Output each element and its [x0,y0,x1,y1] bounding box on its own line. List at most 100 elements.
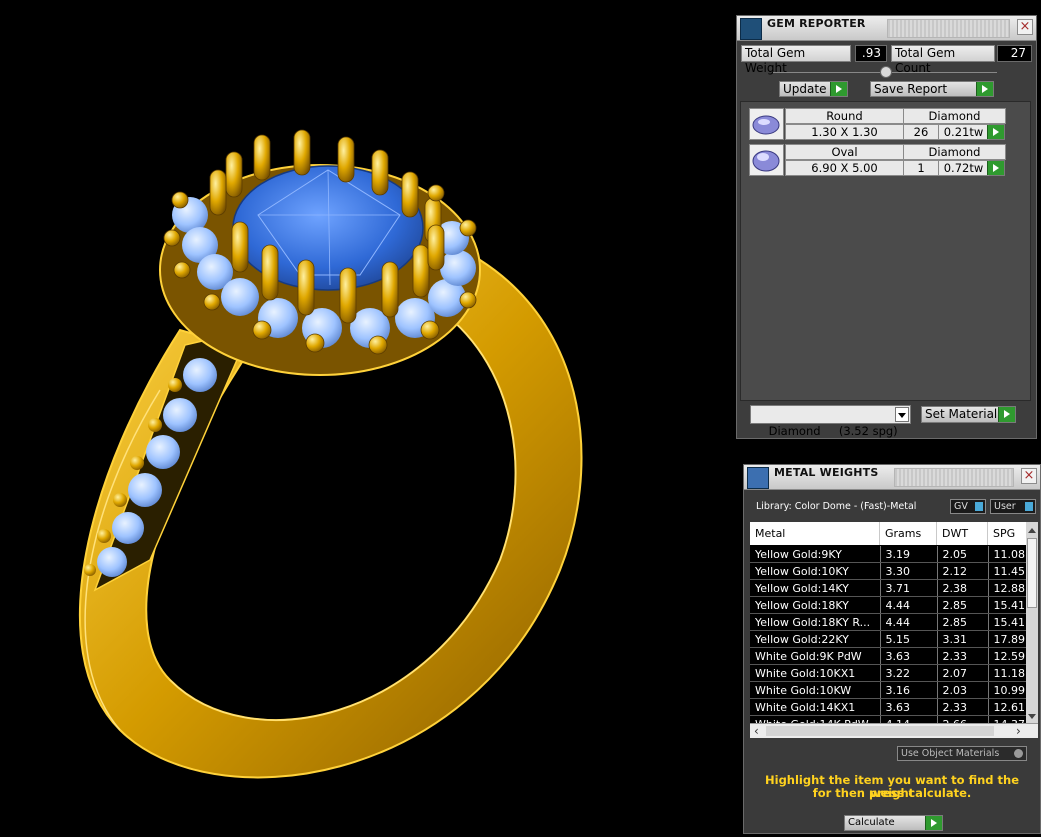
table-row[interactable]: Yellow Gold:22KY 5.15 3.31 17.89 [750,630,1027,648]
gem-row-go-button[interactable] [987,124,1005,140]
dwt-cell: 2.05 [937,546,989,563]
dwt-cell: 2.33 [937,698,989,716]
close-icon[interactable]: × [1021,468,1037,484]
play-icon [987,161,1004,175]
dwt-cell: 2.03 [937,681,989,699]
scroll-left-icon[interactable]: ‹ [754,725,759,737]
metal-name-cell: White Gold:14KX1 [750,698,881,716]
spg-cell: 12.88 [988,579,1027,597]
close-icon[interactable]: × [1017,19,1033,35]
material-select[interactable]: Diamond (3.52 spg) [750,405,911,438]
gem-weight: 0.21tw [938,124,989,140]
dwt-cell: 2.38 [937,579,989,597]
gem-size: 6.90 X 5.00 [785,160,904,176]
splitter-knob-icon[interactable] [880,66,892,78]
metal-name-cell: Yellow Gold:18KY R... [750,613,881,631]
update-button[interactable]: Update [779,81,848,97]
metal-name-cell: Yellow Gold:22KY [750,630,881,648]
total-gem-weight-value: .93 [855,45,887,62]
grams-cell: 3.16 [880,681,938,699]
oval-gem-icon [749,144,784,176]
grams-cell: 3.63 [880,647,938,665]
gem-shape: Oval [785,144,904,160]
set-material-button[interactable]: Set Material [921,406,1016,423]
horizontal-scroll-thumb[interactable] [766,726,994,736]
spg-cell: 12.59 [988,647,1027,665]
user-toggle[interactable]: User [990,499,1036,514]
grams-cell: 5.15 [880,630,938,648]
scrollbar-thumb[interactable] [1027,538,1037,608]
metal-table: Metal Grams DWT SPG Yellow Gold:9KY 3.19 2… [750,522,1038,738]
table-row[interactable]: White Gold:10KW 3.16 2.03 10.99 [750,681,1027,699]
gv-toggle-label: GV [954,501,968,512]
scroll-up-icon[interactable] [1028,528,1036,533]
column-header-grams[interactable]: Grams [880,522,937,545]
library-label: Library: Color Dome - (Fast)-Metal [756,501,917,512]
spg-cell: 15.41 [988,613,1027,631]
gem-reporter-title: GEM REPORTER [767,17,866,30]
play-icon [987,125,1004,139]
column-header-dwt[interactable]: DWT [937,522,988,545]
titlebar-grip[interactable] [894,468,1014,487]
gem-weight: 0.72tw [938,160,989,176]
table-row[interactable]: Yellow Gold:9KY 3.19 2.05 11.08 [750,546,1027,563]
spg-cell: 11.08 [988,546,1027,563]
gem-shape: Round [785,108,904,124]
titlebar-grip[interactable] [887,19,1010,38]
grams-cell: 3.19 [880,546,938,563]
gem-row-go-button[interactable] [987,160,1005,176]
set-material-button-label: Set Material [925,407,998,421]
scroll-right-icon[interactable]: › [1016,725,1021,737]
spg-cell: 12.61 [988,698,1027,716]
horizontal-scrollbar[interactable]: ‹ › [750,723,1038,738]
table-row[interactable]: Yellow Gold:18KY R... 4.44 2.85 15.41 [750,613,1027,631]
grams-cell: 3.22 [880,664,938,682]
column-header-metal[interactable]: Metal [750,522,880,545]
gem-reporter-titlebar[interactable]: GEM REPORTER × [737,16,1036,41]
dwt-cell: 2.07 [937,664,989,682]
spg-cell: 10.99 [988,681,1027,699]
dwt-cell: 2.85 [937,613,989,631]
use-object-materials-label: Use Object Materials [901,748,1000,759]
spg-cell: 15.41 [988,596,1027,614]
metal-name-cell: Yellow Gold:14KY [750,579,881,597]
grams-cell: 4.44 [880,613,938,631]
gv-toggle[interactable]: GV [950,499,986,514]
table-row[interactable]: Yellow Gold:18KY 4.44 2.85 15.41 [750,596,1027,614]
metal-weights-titlebar[interactable]: METAL WEIGHTS × [744,465,1040,490]
table-row[interactable]: Yellow Gold:10KY 3.30 2.12 11.45 [750,562,1027,580]
radio-icon [1014,749,1023,758]
save-report-button-label: Save Report [874,82,948,96]
chevron-down-icon[interactable] [895,407,909,422]
metal-name-cell: White Gold:10KX1 [750,664,881,682]
metal-weights-title: METAL WEIGHTS [774,466,879,479]
total-gem-weight-label: Total Gem Weight [741,45,851,75]
user-toggle-label: User [994,501,1016,512]
vertical-scrollbar[interactable] [1026,522,1038,723]
3d-viewport[interactable] [0,0,735,834]
save-report-button[interactable]: Save Report [870,81,994,97]
table-row[interactable]: White Gold:9K PdW 3.63 2.33 12.59 [750,647,1027,665]
metal-weights-panel: METAL WEIGHTS × Library: Color Dome - (F… [743,464,1041,834]
column-header-spg[interactable]: SPG [988,522,1028,545]
table-row[interactable]: Yellow Gold:14KY 3.71 2.38 12.88 [750,579,1027,597]
scroll-down-icon[interactable] [1028,714,1036,719]
grams-cell: 3.30 [880,562,938,580]
spg-cell: 17.89 [988,630,1027,648]
metal-name-cell: White Gold:10KW [750,681,881,699]
grams-cell: 3.71 [880,579,938,597]
use-object-materials-toggle[interactable]: Use Object Materials [897,746,1027,761]
update-button-label: Update [783,82,827,96]
calculate-button-label: Calculate [848,817,895,828]
metal-name-cell: Yellow Gold:18KY [750,596,881,614]
play-icon [925,816,942,830]
spg-cell: 11.45 [988,562,1027,580]
table-row[interactable]: White Gold:10KX1 3.22 2.07 11.18 [750,664,1027,682]
table-row[interactable]: White Gold:14KX1 3.63 2.33 12.61 [750,698,1027,716]
grams-cell: 4.44 [880,596,938,614]
gem-row-round[interactable]: Round Diamond 1.30 X 1.30 26 0.21tw [749,108,1007,141]
gem-row-oval[interactable]: Oval Diamond 6.90 X 5.00 1 0.72tw [749,144,1007,177]
gem-count: 1 [903,160,939,176]
calculate-button[interactable]: Calculate [844,815,943,831]
gem-list-area: Round Diamond 1.30 X 1.30 26 0.21tw Oval… [740,101,1031,401]
